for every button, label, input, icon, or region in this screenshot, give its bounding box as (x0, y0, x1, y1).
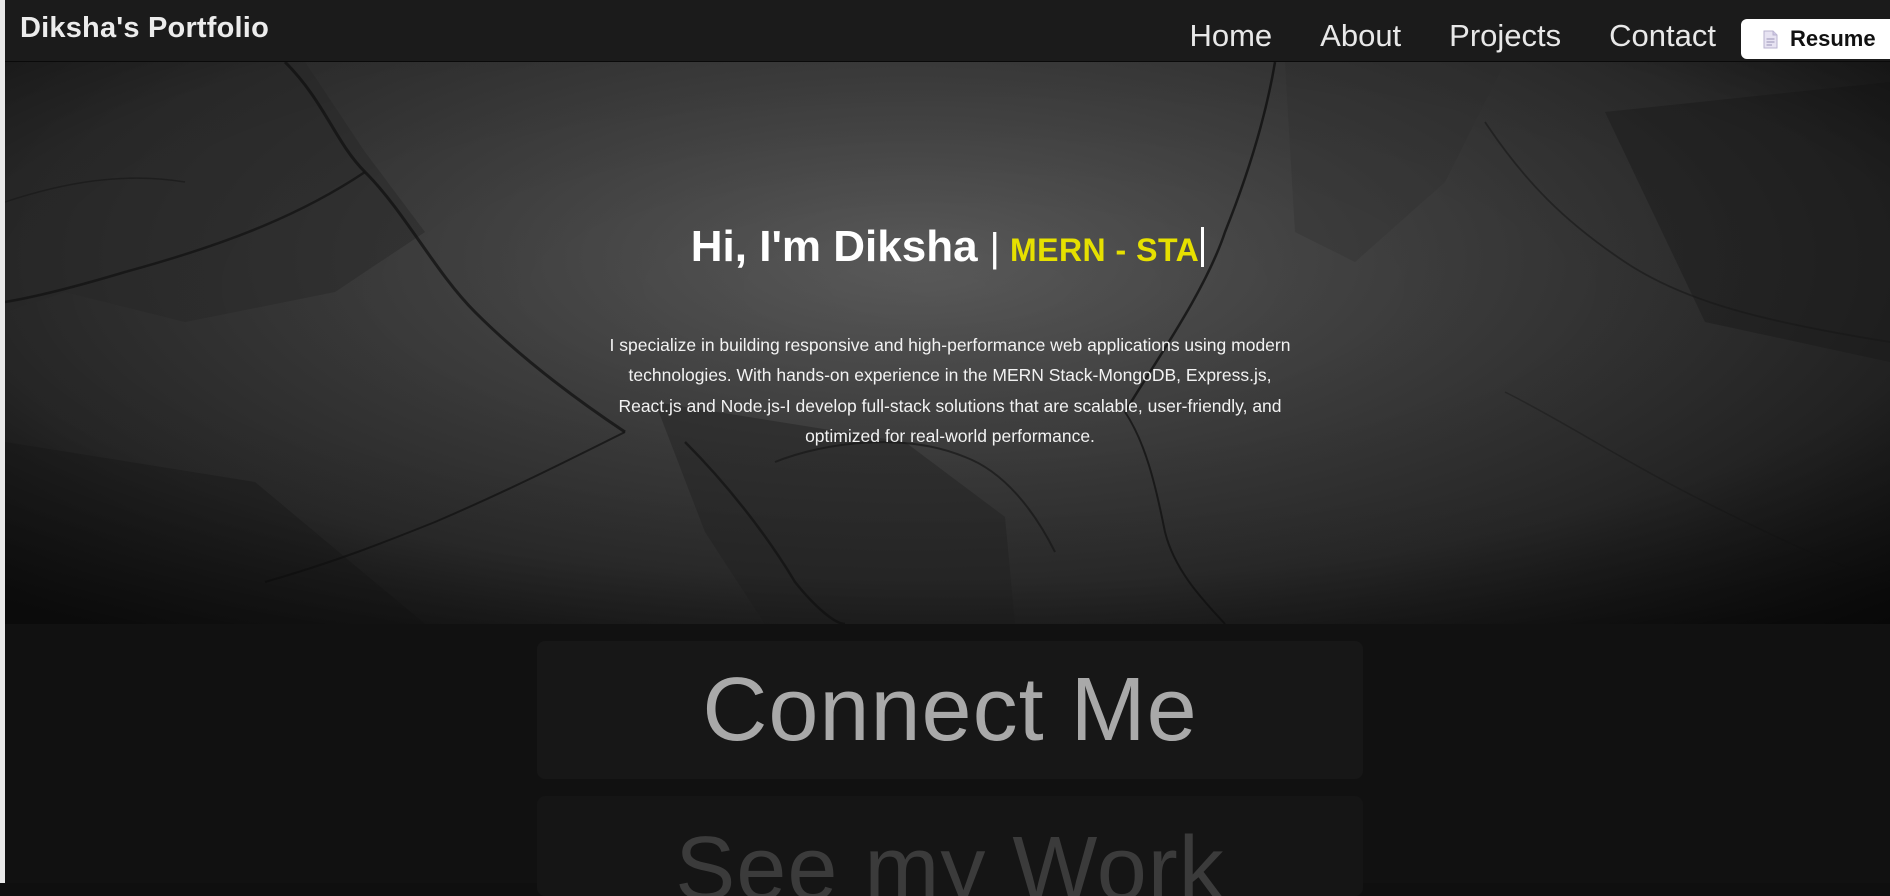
connect-me-label: Connect Me (702, 659, 1198, 760)
document-icon (1763, 30, 1778, 49)
resume-label: Resume (1790, 26, 1876, 51)
hero-headline: Hi, I'm Diksha | MERN - STA (5, 222, 1890, 272)
nav-links: Home About Projects Contact (1189, 18, 1716, 54)
nav-link-about[interactable]: About (1320, 18, 1401, 54)
nav-link-projects[interactable]: Projects (1449, 18, 1561, 54)
typing-cursor (1201, 227, 1205, 267)
hero-content: Hi, I'm Diksha | MERN - STA I specialize i… (5, 62, 1890, 624)
top-navbar: Diksha's Portfolio Home About Projects C… (5, 0, 1890, 62)
headline-separator: | (989, 226, 1000, 270)
resume-button[interactable]: Resume (1741, 19, 1890, 59)
connect-me-button[interactable]: Connect Me (537, 641, 1363, 779)
nav-link-home[interactable]: Home (1189, 18, 1272, 54)
hero-bio: I specialize in building responsive and … (609, 334, 1291, 447)
browser-viewport: Diksha's Portfolio Home About Projects C… (0, 0, 1890, 896)
hero-section: Hi, I'm Diksha | MERN - STA I specialize i… (5, 62, 1890, 624)
site-brand[interactable]: Diksha's Portfolio (20, 12, 269, 45)
hero-greeting: Hi, I'm Diksha (690, 222, 978, 271)
typed-role-text: MERN - STA (1009, 232, 1200, 268)
see-my-work-label: See my Work (675, 819, 1225, 896)
nav-link-contact[interactable]: Contact (1609, 18, 1716, 54)
see-my-work-button[interactable]: See my Work (537, 796, 1363, 896)
